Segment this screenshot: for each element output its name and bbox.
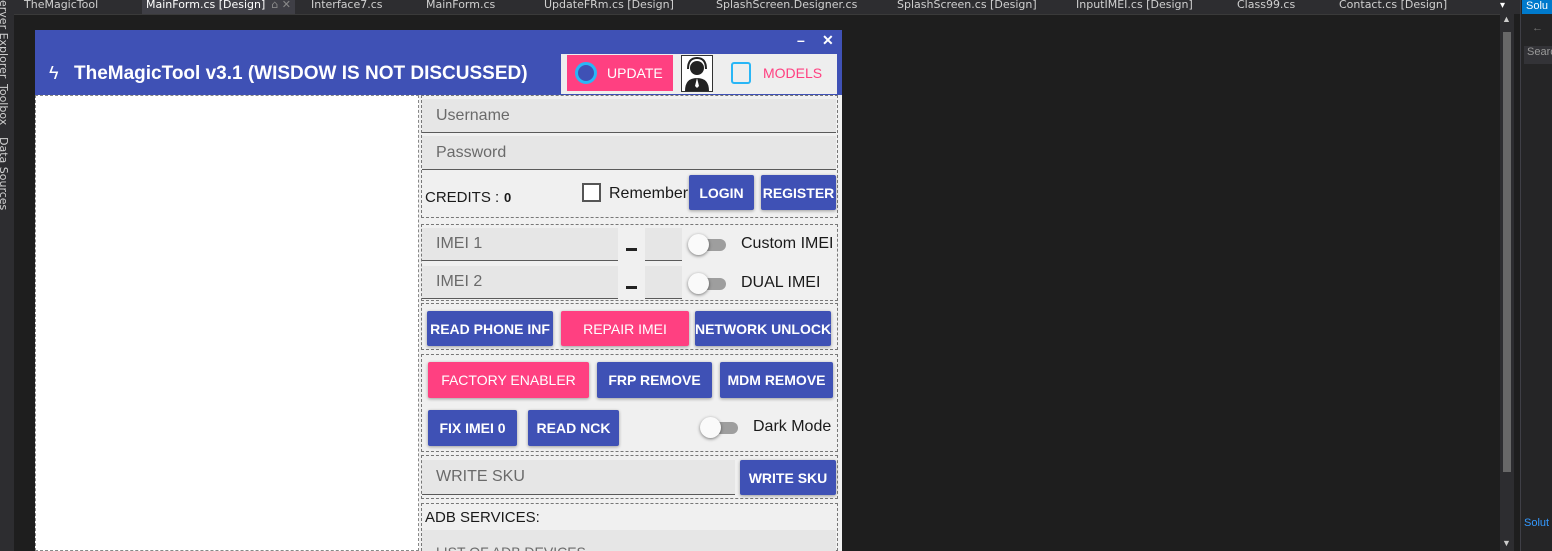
imei1-field[interactable]: IMEI 1 (422, 228, 618, 261)
tab-label: SplashScreen.cs [Design] (897, 0, 1037, 11)
tab-label: MainForm.cs (426, 0, 496, 11)
custom-imei-label: Custom IMEI (741, 235, 834, 252)
remember-checkbox[interactable] (582, 183, 601, 202)
tab-updatefrm-design[interactable]: UpdateFRm.cs [Design] (544, 0, 674, 14)
credits-value: 0 (504, 190, 512, 205)
imei1-check-digit-field[interactable] (645, 228, 682, 261)
dual-imei-toggle[interactable] (688, 273, 728, 294)
close-icon[interactable]: ✕ (822, 32, 834, 49)
adb-services-label: ADB SERVICES: (425, 509, 540, 526)
tab-class99[interactable]: Class99.cs (1237, 0, 1295, 14)
imei2-field[interactable]: IMEI 2 (422, 266, 618, 299)
data-sources-tab[interactable]: Data Sources (0, 137, 10, 210)
tab-mainform-cs[interactable]: MainForm.cs (426, 0, 495, 14)
credits-label: CREDITS : (425, 189, 500, 206)
tab-interface7[interactable]: Interface7.cs (311, 0, 383, 14)
tab-splashscreen-design[interactable]: SplashScreen.cs [Design] (897, 0, 1037, 14)
imei2-separator (626, 286, 637, 289)
tab-label: Contact.cs [Design] (1339, 0, 1448, 11)
form-header: ϟ TheMagicTool v3.1 (WISDOW IS NOT DISCU… (35, 52, 842, 95)
update-button[interactable]: UPDATE (567, 55, 673, 91)
username-field[interactable]: Username (422, 99, 836, 133)
update-label: UPDATE (607, 65, 663, 81)
solution-explorer-panel (1520, 0, 1552, 551)
register-button[interactable]: REGISTER (761, 175, 836, 210)
form-window: – ✕ ϟ TheMagicTool v3.1 (WISDOW IS NOT D… (35, 30, 842, 551)
app-title: TheMagicTool v3.1 (WISDOW IS NOT DISCUSS… (74, 63, 528, 84)
password-field[interactable]: Password (422, 136, 836, 170)
scrollbar-thumb[interactable] (1503, 32, 1511, 472)
solution-explorer-footer-tab[interactable]: Solut (1524, 517, 1552, 529)
tab-label: TheMagicTool (24, 0, 99, 11)
tab-label: InputIMEI.cs [Design] (1076, 0, 1193, 11)
tab-themagictool[interactable]: TheMagicTool (24, 0, 98, 14)
log-output-panel (35, 95, 419, 551)
tab-label: MainForm.cs [Design] (146, 0, 266, 11)
read-phone-info-button[interactable]: READ PHONE INF (427, 311, 553, 346)
tab-inputimei-design[interactable]: InputIMEI.cs [Design] (1076, 0, 1193, 14)
tab-overflow-dropdown-icon[interactable]: ▾ (1500, 0, 1505, 11)
imei2-check-digit-field[interactable] (645, 266, 682, 299)
tab-pin-close-icons[interactable]: ⌂ ✕ (271, 0, 291, 11)
form-titlebar: – ✕ (35, 30, 842, 52)
server-explorer-tab[interactable]: erver Explorer (0, 0, 10, 78)
tab-mainform-design[interactable]: MainForm.cs [Design] ⌂ ✕ (142, 0, 296, 14)
frp-remove-button[interactable]: FRP REMOVE (597, 362, 712, 398)
dual-imei-label: DUAL IMEI (741, 274, 821, 291)
tab-splashscreen-designer[interactable]: SplashScreen.Designer.cs (716, 0, 857, 14)
tab-label: UpdateFRm.cs [Design] (544, 0, 674, 11)
tab-label: SplashScreen.Designer.cs (716, 0, 858, 11)
factory-enabler-button[interactable]: FACTORY ENABLER (428, 362, 589, 398)
read-nck-button[interactable]: READ NCK (528, 410, 619, 446)
tab-label: Class99.cs (1237, 0, 1296, 11)
models-button[interactable]: MODELS (725, 55, 837, 91)
imei1-separator (626, 248, 637, 251)
custom-imei-toggle[interactable] (688, 234, 728, 255)
network-unlock-button[interactable]: NETWORK UNLOCK (695, 311, 831, 346)
tool-window-rail: erver Explorer Toolbox Data Sources (0, 0, 14, 551)
write-sku-button[interactable]: WRITE SKU (740, 460, 836, 495)
dark-mode-toggle[interactable] (700, 417, 740, 438)
write-sku-field[interactable]: WRITE SKU (422, 460, 735, 495)
minimize-icon[interactable]: – (797, 32, 805, 48)
scroll-up-icon[interactable]: ▲ (1502, 14, 1511, 24)
tab-contact-design[interactable]: Contact.cs [Design] (1339, 0, 1447, 14)
phone-icon (731, 62, 751, 84)
repair-imei-button[interactable]: REPAIR IMEI (561, 311, 689, 346)
document-tab-bar: TheMagicTool MainForm.cs [Design] ⌂ ✕ Int… (0, 0, 1520, 14)
fix-imei-button[interactable]: FIX IMEI 0 (428, 410, 517, 446)
tab-label: Interface7.cs (311, 0, 383, 11)
dark-mode-label: Dark Mode (753, 418, 832, 435)
gear-icon (575, 62, 597, 84)
back-icon[interactable]: ← (1532, 22, 1543, 34)
solution-search-input[interactable]: Searc (1524, 46, 1552, 64)
lightning-icon: ϟ (49, 63, 59, 83)
remember-label: Remember (609, 185, 689, 202)
mdm-remove-button[interactable]: MDM REMOVE (720, 362, 833, 398)
models-label: MODELS (763, 65, 823, 81)
toolbox-tab[interactable]: Toolbox (0, 84, 10, 125)
login-button[interactable]: LOGIN (689, 175, 754, 210)
support-agent-icon[interactable] (681, 55, 713, 92)
adb-devices-list[interactable]: LIST OF ADB DEVICES (422, 530, 836, 551)
scroll-down-icon[interactable]: ▼ (1502, 538, 1511, 548)
solution-explorer-title: Solu (1522, 0, 1552, 14)
